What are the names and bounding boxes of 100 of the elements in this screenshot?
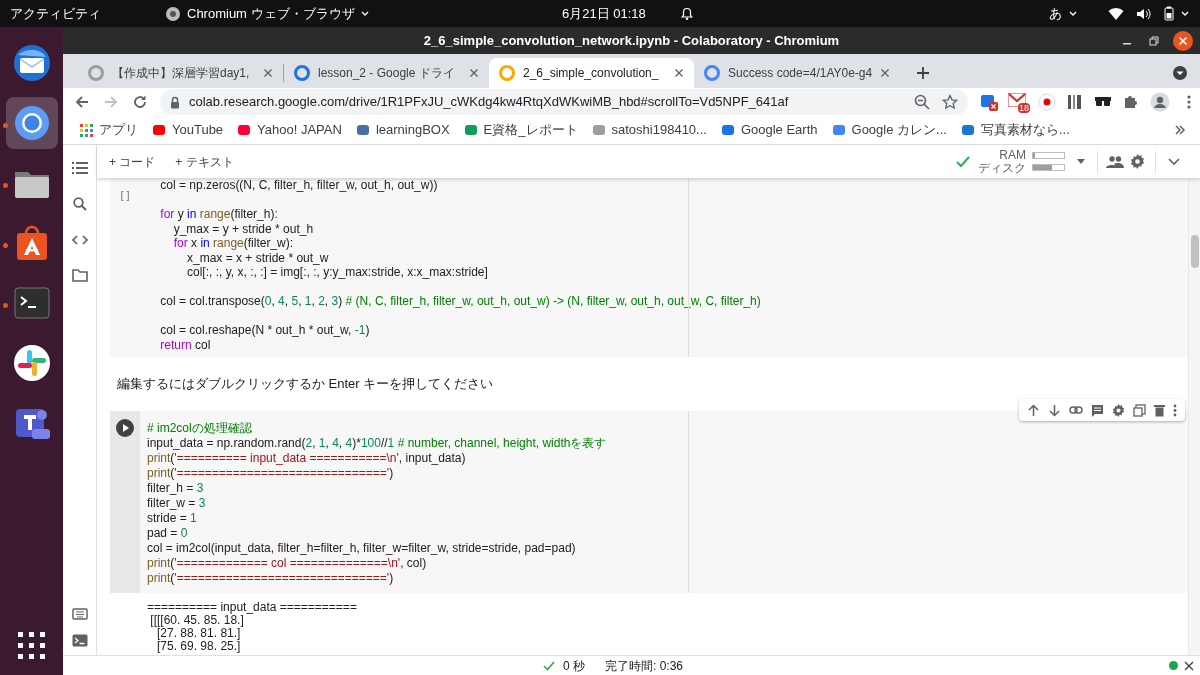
reload-icon[interactable] [132, 94, 148, 110]
code-line: y_max = y + stride * out_h [172, 221, 315, 236]
bookmark[interactable]: Yahoo! JAPAN [232, 118, 347, 142]
code-line: for x in range(filter_w): [172, 236, 295, 251]
comment-icon[interactable] [1091, 403, 1104, 417]
lock-icon [170, 95, 180, 109]
output-line: ========== input_data =========== [147, 601, 358, 614]
tab[interactable]: 2_6_simple_convolution_ [489, 58, 694, 88]
add-code-button[interactable]: + コード [107, 152, 158, 171]
dropdown-icon[interactable] [1077, 159, 1085, 164]
close-tab-icon[interactable] [674, 68, 684, 78]
pinwheel-icon [11, 343, 52, 383]
bookmark[interactable]: satoshi198410... [586, 118, 712, 142]
bookmark[interactable]: learningBOX [350, 118, 455, 142]
more-bookmarks-icon[interactable] [1174, 124, 1186, 136]
back-icon[interactable] [74, 94, 90, 110]
bookmark[interactable]: YouTube [147, 118, 229, 142]
keyboard-icon[interactable] [71, 608, 88, 620]
code-line: # im2colの処理確認 [147, 421, 253, 436]
extension-icon[interactable] [980, 93, 998, 111]
bookmark[interactable]: Google カレン... [826, 118, 952, 142]
output-line: [[[[60. 45. 85. 18.] [149, 614, 244, 627]
window-title: 2_6_simple_convolution_network.ipynb - Colaboratory - Chromium [423, 31, 840, 50]
clock[interactable]: 6月21日 01:18 [562, 3, 646, 24]
star-icon[interactable] [942, 94, 958, 110]
terminal-icon[interactable] [71, 634, 88, 647]
bell-icon [680, 6, 694, 21]
puzzle-icon[interactable] [1122, 93, 1140, 111]
code-line: stride = 1 [147, 511, 198, 526]
code-line: col[:, :, y, x, :, :] = img[:, :, y:y_max:stride, x:x_max:stride] [186, 265, 489, 280]
more-icon[interactable] [1173, 403, 1177, 417]
battery-icon [1164, 6, 1174, 21]
browser-icon [165, 5, 181, 22]
envelope-icon [11, 43, 52, 83]
code-line: print('========== input_data ===========\n', input_data) [147, 451, 467, 466]
code-cell[interactable] [110, 178, 1188, 357]
app-menu[interactable]: Chromium ウェブ・ブラウザ [187, 3, 355, 24]
bookmark[interactable]: E資格_レポート [458, 118, 583, 142]
dock-item[interactable] [5, 97, 58, 149]
ram-label: RAM [999, 148, 1026, 162]
code-line: print('==============================') [147, 466, 395, 481]
volume-icon [1136, 6, 1152, 21]
list-icon[interactable] [71, 161, 88, 175]
code-line: for y in range(filter_h): [159, 207, 279, 222]
code-line: pad = 0 [147, 526, 189, 541]
code-icon[interactable] [71, 234, 88, 246]
bookmark[interactable]: 写真素材なら... [955, 118, 1075, 142]
code-line: print('==============================') [147, 571, 395, 586]
input-method-indicator[interactable]: あ [1049, 3, 1062, 24]
stripes-icon[interactable] [1066, 93, 1084, 111]
record-icon[interactable] [1038, 93, 1056, 111]
code-line: filter_w = 3 [147, 496, 207, 511]
zoom-out-icon[interactable] [914, 94, 930, 110]
code-line: return col [159, 337, 212, 352]
bookmark[interactable]: アプリ [75, 118, 143, 142]
link-icon[interactable] [1069, 405, 1083, 415]
code-line: filter_h = 3 [147, 481, 205, 496]
mail-extension-button[interactable]: 18 [1008, 93, 1028, 111]
add-text-button[interactable]: + テキスト [173, 152, 236, 171]
duration-text: 0 秒 [563, 657, 585, 675]
code-cell[interactable] [110, 411, 1188, 593]
code-line: x_max = x + stride * out_w [186, 250, 330, 265]
tab-search-icon[interactable] [1171, 64, 1189, 82]
completion-time: 完了時間: 0:36 [605, 657, 684, 675]
close-icon[interactable] [1184, 660, 1194, 671]
code-line: col = col.transpose(0, 4, 5, 1, 2, 3) # (N, C, filter_h, filter_w, out_h, out_w) -> (N, filter_w, out_h, out_w, C, filter_h) [159, 294, 761, 309]
check-icon [543, 660, 555, 671]
mirror-cell-icon[interactable] [1133, 403, 1146, 417]
folder-icon[interactable] [71, 269, 88, 282]
url-field[interactable]: colab.research.google.com/drive/1R1PFxJU_cWKdg4kw4RtqXdWKwiMB_hbd#scrollTo=Vd5NPF_641af [160, 89, 968, 115]
badge: 18 [1018, 103, 1030, 113]
settings-icon[interactable] [1112, 403, 1125, 417]
menu-icon[interactable] [1186, 94, 1192, 110]
search-icon[interactable] [72, 197, 87, 211]
maximize-icon[interactable] [1149, 35, 1159, 46]
code-line: col = np.zeros((N, C, filter_h, filter_w, out_h, out_w)) [159, 178, 439, 193]
apps-grid-icon [80, 123, 93, 137]
profile-avatar-icon[interactable] [1150, 92, 1170, 112]
arrow-down-icon[interactable] [1048, 403, 1061, 417]
trash-icon[interactable] [1154, 403, 1165, 417]
bookmark[interactable]: Google Earth [715, 118, 823, 142]
run-button[interactable] [116, 419, 134, 437]
tab[interactable]: lesson_2 - Google ドライ [284, 58, 489, 88]
tab[interactable]: Success code=4/1AY0e-g4 [694, 58, 901, 88]
activities-button[interactable]: アクティビティ [10, 3, 101, 24]
code-line: input_data = np.random.rand(2, 1, 4, 4)*100//1 # number, channel, height, widthを表す [147, 436, 607, 451]
settings-icon[interactable] [1130, 154, 1145, 169]
tab[interactable]: 【作成中】深層学習day1, [78, 58, 283, 88]
close-tab-icon[interactable] [880, 68, 891, 78]
app-grid-icon[interactable] [18, 632, 45, 659]
output-line: [75. 69. 98. 25.] [156, 640, 242, 653]
new-tab-icon[interactable] [916, 66, 931, 80]
close-button[interactable] [1173, 30, 1193, 51]
close-tab-icon[interactable] [263, 68, 273, 78]
close-tab-icon[interactable] [469, 68, 479, 78]
arrow-up-icon[interactable] [1027, 403, 1040, 417]
scrollbar[interactable] [1191, 235, 1199, 268]
code-line: col = col.reshape(N * out_h * out_w, -1) [159, 323, 371, 338]
code-line: col = im2col(input_data, filter_h=filter_h, filter_w=filter_w, stride=stride, pad=pad) [147, 541, 577, 556]
chevron-down-icon[interactable] [1168, 157, 1180, 166]
